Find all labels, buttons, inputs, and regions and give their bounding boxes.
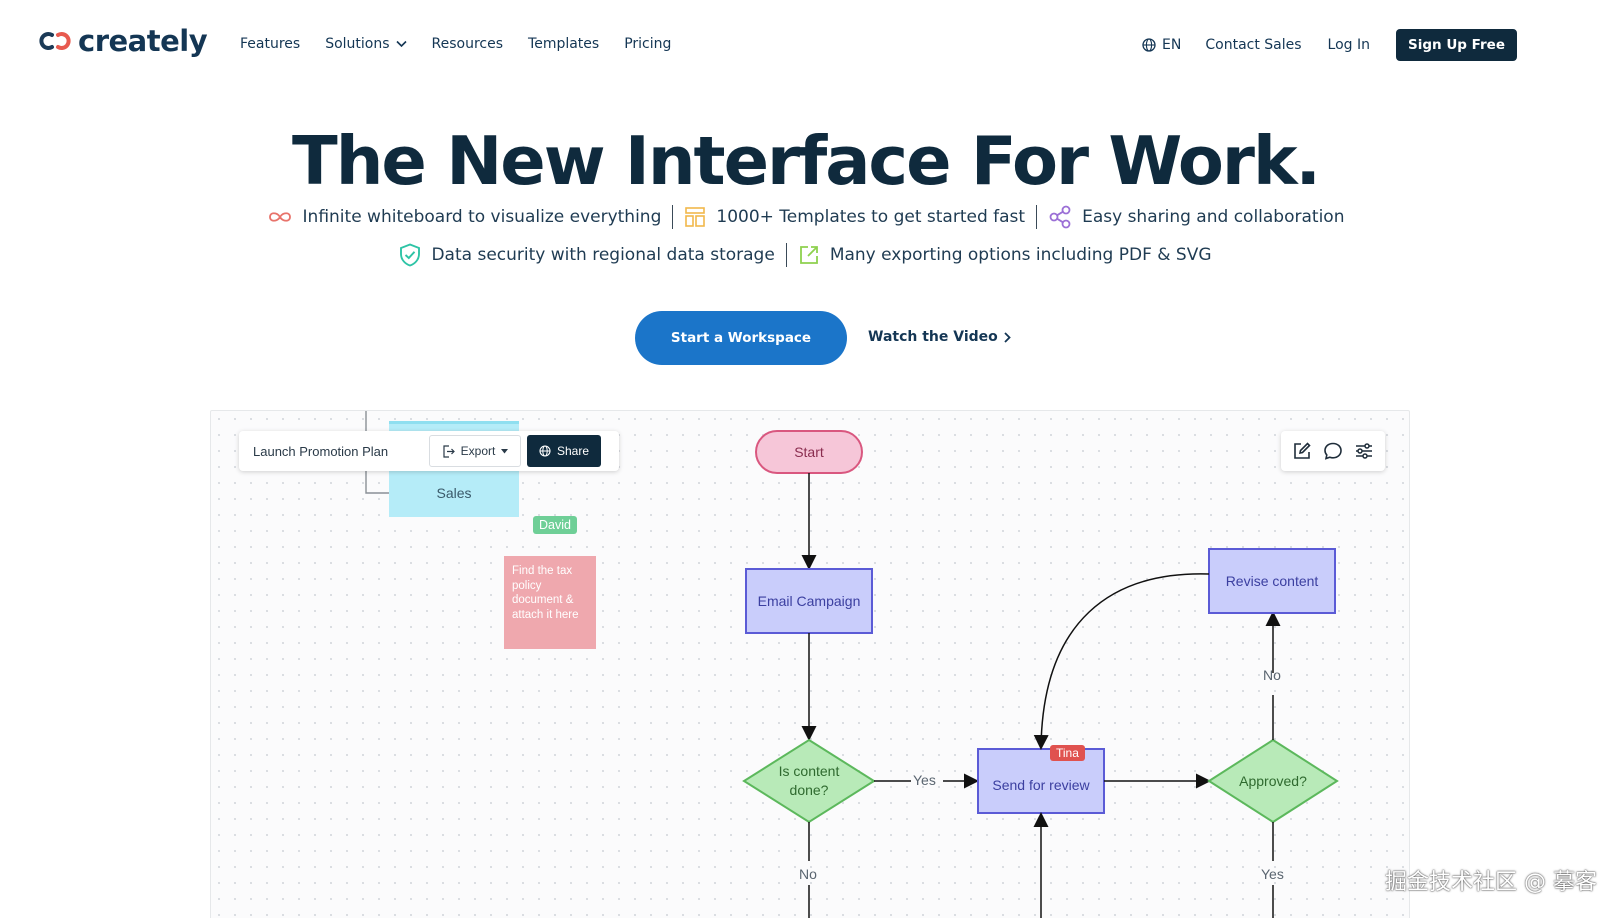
- feature-templates: 1000+ Templates to get started fast: [684, 206, 1025, 228]
- feature-text: Easy sharing and collaboration: [1082, 207, 1345, 227]
- feature-row-1: Infinite whiteboard to visualize everyth…: [0, 205, 1611, 229]
- brand-name: creately: [78, 24, 208, 58]
- edge-revise-review: [1033, 573, 1210, 750]
- content-done-node-label: Is content done?: [778, 763, 840, 798]
- language-label: EN: [1162, 37, 1182, 53]
- feature-security: Data security with regional data storage: [399, 243, 775, 267]
- edit-icon[interactable]: [1290, 439, 1314, 463]
- hero-title: The New Interface For Work.: [292, 122, 1321, 200]
- edge-label-yes: Yes: [1261, 866, 1284, 882]
- sticky-note[interactable]: Find the tax policy document & attach it…: [504, 556, 596, 649]
- share-nodes-icon: [1049, 205, 1071, 229]
- comment-icon[interactable]: [1321, 439, 1345, 463]
- share-label: Share: [556, 444, 590, 458]
- edge-label-yes: Yes: [913, 772, 936, 788]
- feature-divider: [1036, 205, 1038, 229]
- top-navigation: creately Features Solutions Resources Te…: [0, 0, 1611, 90]
- feature-divider: [672, 205, 674, 229]
- export-icon: [799, 246, 818, 264]
- chevron-right-icon: [1004, 331, 1011, 343]
- feature-row-2: Data security with regional data storage…: [0, 243, 1611, 267]
- start-node-label: Start: [794, 443, 824, 460]
- nav-templates[interactable]: Templates: [528, 36, 599, 52]
- nav-features[interactable]: Features: [240, 36, 300, 52]
- sign-up-button[interactable]: Sign Up Free: [1396, 29, 1517, 61]
- nav-right-actions: EN Contact Sales Log In Sign Up Free: [1142, 29, 1517, 61]
- email-node-label: Email Campaign: [757, 592, 861, 609]
- language-selector[interactable]: EN: [1142, 37, 1181, 53]
- feature-divider: [785, 243, 787, 267]
- edge-label-no: No: [799, 866, 817, 882]
- edge-label-no: No: [1263, 667, 1281, 683]
- feature-text: Infinite whiteboard to visualize everyth…: [302, 207, 662, 227]
- watch-video-label: Watch the Video: [868, 329, 998, 345]
- whiteboard-canvas[interactable]: Sales Launch Promotion Plan Export Share: [210, 410, 1410, 918]
- send-review-node-label: Send for review: [992, 776, 1090, 793]
- main-nav-links: Features Solutions Resources Templates P…: [240, 36, 696, 52]
- feature-text: Data security with regional data storage: [431, 245, 775, 265]
- settings-sliders-icon[interactable]: [1352, 439, 1376, 463]
- canvas-right-tools: [1281, 431, 1385, 471]
- caret-down-icon: [501, 448, 509, 453]
- share-button[interactable]: Share: [527, 435, 601, 467]
- collaborator-tag-david: David: [533, 516, 577, 534]
- sales-label: Sales: [436, 485, 472, 501]
- nav-solutions-label: Solutions: [325, 36, 390, 52]
- feature-exporting: Many exporting options including PDF & S…: [798, 244, 1212, 266]
- feature-infinite-whiteboard: Infinite whiteboard to visualize everyth…: [267, 207, 662, 227]
- document-title[interactable]: Launch Promotion Plan: [239, 444, 429, 459]
- export-label: Export: [460, 444, 496, 458]
- nav-pricing[interactable]: Pricing: [624, 36, 671, 52]
- templates-icon: [685, 207, 706, 227]
- creately-logo[interactable]: creately: [38, 24, 208, 58]
- nav-solutions[interactable]: Solutions: [325, 36, 407, 52]
- approved-node-label: Approved?: [1239, 772, 1307, 789]
- collaborator-tag-tina: Tina: [1050, 745, 1085, 761]
- watermark: 掘金技术社区 @ 摹客: [1385, 870, 1597, 895]
- creately-logo-icon: [38, 29, 74, 53]
- feature-text: Many exporting options including PDF & S…: [829, 245, 1212, 265]
- chevron-down-icon: [395, 40, 407, 48]
- globe-icon: [1142, 38, 1156, 52]
- canvas-toolbar: Launch Promotion Plan Export Share: [239, 431, 619, 471]
- revise-node-label: Revise content: [1225, 572, 1319, 589]
- hero-cta-row: Start a Workspace Watch the Video: [0, 311, 1611, 367]
- start-workspace-button[interactable]: Start a Workspace: [635, 311, 847, 365]
- watch-video-link[interactable]: Watch the Video: [868, 329, 1011, 345]
- feature-sharing: Easy sharing and collaboration: [1048, 205, 1344, 229]
- contact-sales-link[interactable]: Contact Sales: [1205, 37, 1301, 53]
- globe-icon: [539, 445, 551, 457]
- nav-resources[interactable]: Resources: [432, 36, 504, 52]
- log-in-link[interactable]: Log In: [1328, 37, 1370, 53]
- feature-text: 1000+ Templates to get started fast: [716, 207, 1026, 227]
- export-file-icon: [443, 444, 455, 458]
- export-button[interactable]: Export: [429, 435, 521, 467]
- shield-check-icon: [400, 243, 421, 267]
- infinity-icon: [268, 212, 291, 222]
